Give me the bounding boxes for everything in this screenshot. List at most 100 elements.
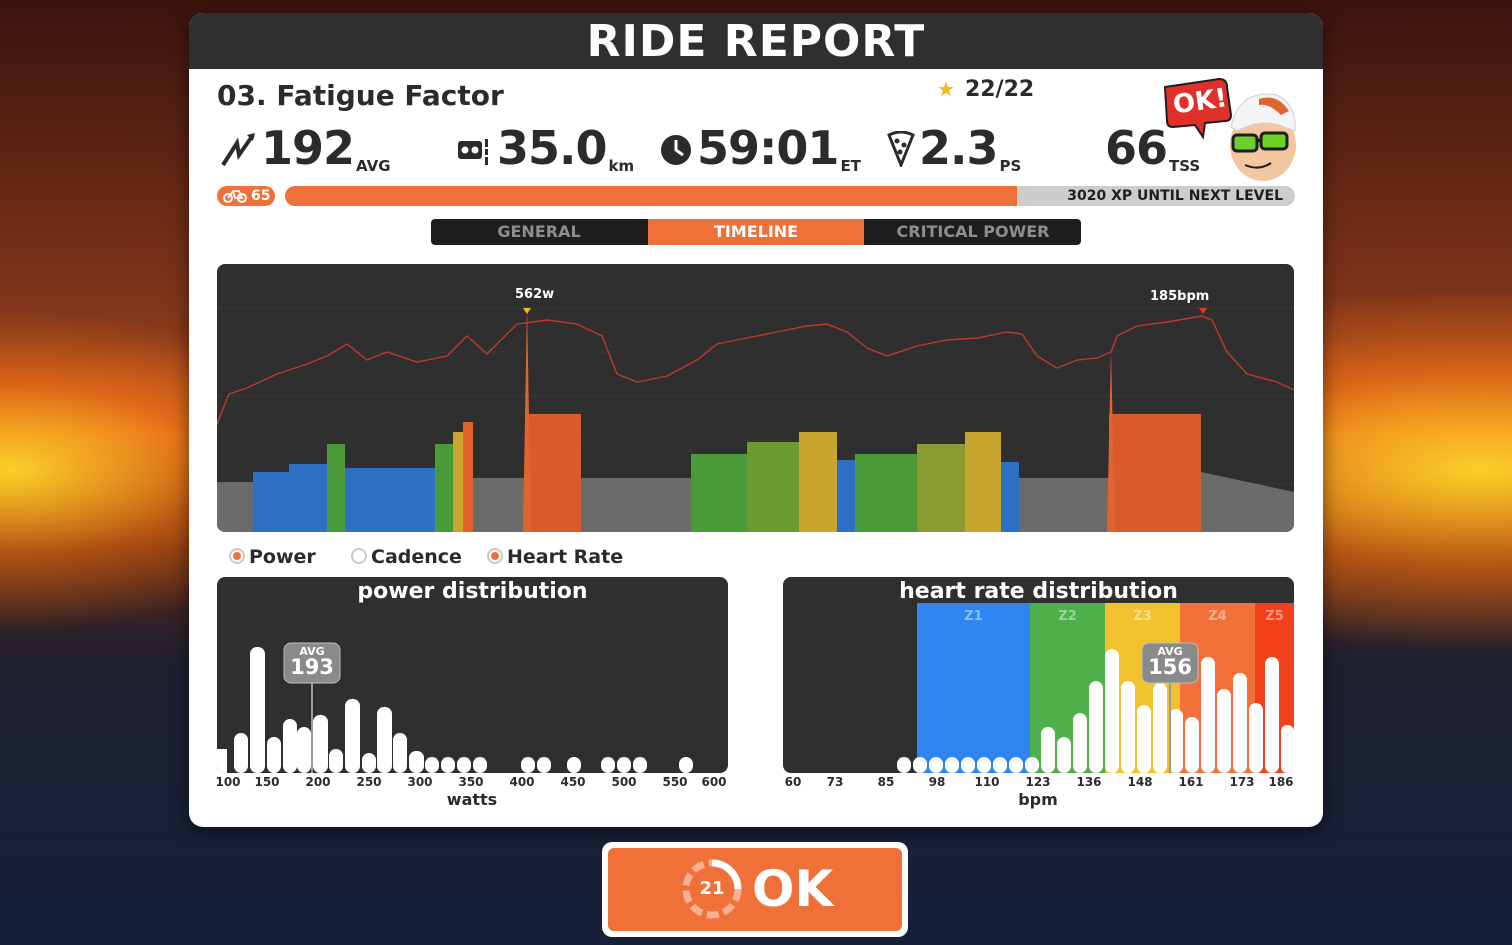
- report-tabs: GENERAL TIMELINE CRITICAL POWER: [431, 219, 1081, 245]
- power-distribution-title: power distribution: [357, 579, 588, 604]
- cadence-radio[interactable]: [351, 547, 367, 564]
- legend-cadence-label: Cadence: [371, 546, 462, 568]
- hr-bar: [1265, 657, 1279, 773]
- elapsed-time-unit: ET: [840, 157, 861, 175]
- hr-bar: [1153, 683, 1167, 773]
- xp-until-next-level: 3020 XP UNTIL NEXT LEVEL: [1067, 188, 1283, 204]
- heart-rate-distribution-chart: heart rate distribution Z1 Z2 Z3 Z4 Z5 A…: [783, 577, 1294, 773]
- power-block-z1-a: [253, 472, 289, 532]
- hr-tick: 161: [1178, 775, 1204, 789]
- hr-bar: [929, 757, 943, 773]
- tab-general[interactable]: GENERAL: [431, 219, 647, 245]
- power-block-z5-b: [1109, 414, 1201, 532]
- bicycle-icon: [223, 190, 247, 203]
- legend-heart-rate-label: Heart Rate: [507, 546, 624, 568]
- zone-label-z4: Z4: [1208, 609, 1227, 624]
- zone-band-z1: [917, 603, 1030, 773]
- zone-label-z1: Z1: [964, 609, 983, 624]
- hr-tick: 136: [1076, 775, 1102, 789]
- power-tick: 500: [611, 775, 637, 789]
- power-block-rest-c: [1019, 478, 1109, 532]
- hr-bar: [1041, 727, 1055, 773]
- power-bar: [283, 719, 297, 773]
- legend-heart-rate[interactable]: Heart Rate: [487, 546, 623, 568]
- power-bar: [250, 647, 265, 773]
- zone-label-z5: Z5: [1265, 609, 1284, 624]
- power-distribution-chart: power distribution AVG 193: [217, 577, 728, 773]
- heart-rate-radio[interactable]: [487, 547, 503, 564]
- ok-button-face[interactable]: 21 OK: [608, 848, 902, 931]
- hr-bar: [977, 757, 991, 773]
- hr-axis-ticks: 60 73 85 98 110 123 136 148 161 173 186: [783, 775, 1294, 791]
- power-block-rest-a: [473, 478, 525, 532]
- power-tick: 100: [215, 775, 241, 789]
- power-peak-marker: [523, 308, 531, 314]
- ok-button-label: OK: [752, 860, 834, 918]
- workout-name: 03. Fatigue Factor: [217, 79, 504, 112]
- clock-icon: [661, 135, 691, 165]
- power-block-warmup: [217, 482, 253, 532]
- power-axis-ticks: 100 150 200 250 300 350 400 450 500 550 …: [215, 775, 728, 791]
- timeline-svg: [217, 304, 1294, 532]
- road-distance-icon: [458, 139, 488, 165]
- elapsed-time-value: 59:01: [697, 121, 839, 175]
- power-block-z3-b: [747, 442, 799, 532]
- ok-button[interactable]: 21 OK: [602, 842, 908, 937]
- power-bar: [473, 757, 487, 773]
- hr-bar: [913, 757, 927, 773]
- power-block-z1-c: [345, 468, 435, 532]
- power-bar: [234, 733, 248, 773]
- tab-timeline[interactable]: TIMELINE: [648, 219, 864, 245]
- hr-tick: 123: [1025, 775, 1051, 789]
- power-tick: 300: [407, 775, 433, 789]
- pizza-unit: PS: [999, 157, 1022, 175]
- hr-bar: [1201, 657, 1215, 773]
- xp-progress-fill: [285, 186, 1018, 206]
- power-block-z1-e: [1001, 462, 1019, 532]
- power-bar: [362, 753, 376, 773]
- power-bar: [409, 751, 424, 773]
- power-bar: [601, 757, 615, 773]
- power-bar: [679, 757, 693, 773]
- hr-bar: [1057, 737, 1071, 773]
- power-tick: 200: [305, 775, 331, 789]
- power-tick: 250: [356, 775, 382, 789]
- hr-bar: [1105, 649, 1119, 773]
- hr-tick: 60: [784, 775, 802, 789]
- distance-value: 35.0: [497, 121, 607, 175]
- ride-report-panel: RIDE REPORT 03. Fatigue Factor ★ 22/22 19…: [189, 13, 1323, 827]
- power-tick: 600: [701, 775, 727, 789]
- zone-label-z3: Z3: [1133, 609, 1152, 624]
- hr-bar: [1217, 689, 1231, 773]
- tab-critical-power[interactable]: CRITICAL POWER: [865, 219, 1081, 245]
- power-block-z1-b: [289, 464, 327, 532]
- legend-cadence[interactable]: Cadence: [351, 546, 462, 568]
- power-bar: [441, 757, 455, 773]
- hr-tick: 73: [826, 775, 844, 789]
- heart-rate-distribution-title: heart rate distribution: [899, 579, 1178, 604]
- timeline-chart: 562w 185bpm: [217, 264, 1294, 532]
- power-block-z2-b: [435, 444, 453, 532]
- stat-avg-power: 192 AVG: [221, 121, 391, 181]
- legend-power-label: Power: [249, 546, 316, 568]
- hr-bar: [1073, 713, 1087, 773]
- pizza-value: 2.3: [919, 121, 998, 175]
- hr-tick: 173: [1229, 775, 1255, 789]
- hr-peak-marker: [1199, 308, 1207, 314]
- power-bar: [393, 733, 407, 773]
- hr-bar: [1025, 757, 1039, 773]
- hr-bar: [1185, 717, 1199, 773]
- power-radio[interactable]: [229, 547, 245, 564]
- hr-bar: [993, 757, 1007, 773]
- power-bar: [329, 749, 343, 773]
- power-bar: [567, 757, 581, 773]
- hr-bar: [1089, 681, 1103, 773]
- power-peak-label: 562w: [515, 287, 555, 302]
- level-badge: 65: [217, 186, 275, 206]
- power-bar: [297, 727, 311, 773]
- countdown-value: 21: [699, 878, 725, 899]
- avg-power-unit: AVG: [356, 157, 391, 175]
- avg-power-value: 192: [261, 121, 355, 175]
- zone-label-z2: Z2: [1058, 609, 1077, 624]
- legend-power[interactable]: Power: [229, 546, 316, 568]
